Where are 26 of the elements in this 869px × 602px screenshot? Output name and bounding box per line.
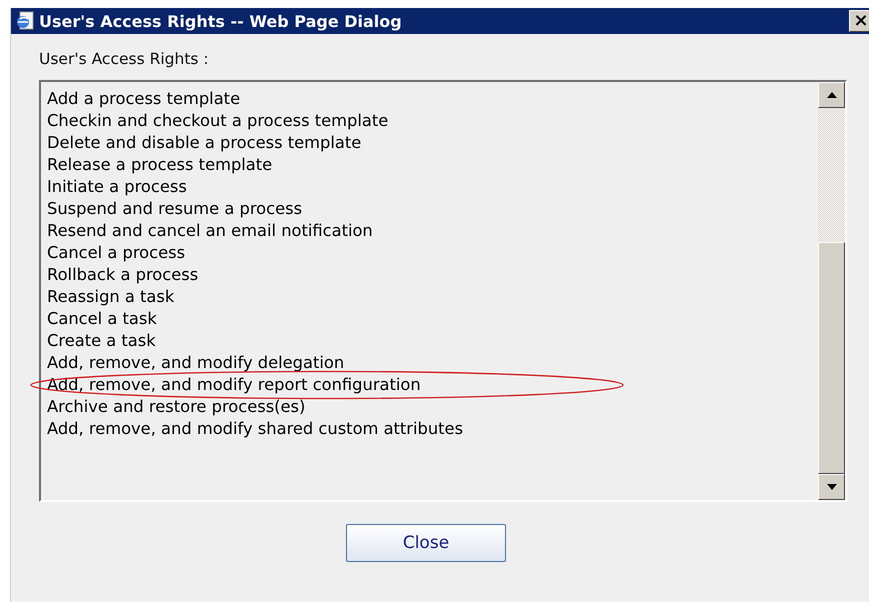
list-label: User's Access Rights :	[39, 50, 210, 68]
list-item[interactable]: Checkin and checkout a process template	[47, 111, 388, 131]
list-item[interactable]: Add, remove, and modify report configuration	[47, 375, 421, 395]
list-item[interactable]: Resend and cancel an email notification	[47, 221, 373, 241]
list-item[interactable]: Create a task	[47, 331, 156, 351]
browser-icon	[15, 11, 35, 31]
list-item[interactable]: Reassign a task	[47, 287, 174, 307]
scroll-thumb[interactable]	[818, 242, 845, 474]
list-item[interactable]: Add a process template	[47, 89, 240, 109]
list-item[interactable]: Initiate a process	[47, 177, 187, 197]
down-arrow-icon	[826, 484, 836, 490]
window-title: User's Access Rights -- Web Page Dialog	[39, 12, 403, 30]
list-item[interactable]: Add, remove, and modify delegation	[47, 353, 344, 373]
close-button[interactable]: ×	[849, 10, 869, 32]
list-item[interactable]: Add, remove, and modify shared custom attributes	[47, 419, 464, 439]
scroll-down-button[interactable]	[818, 474, 845, 500]
list-item[interactable]: Delete and disable a process template	[47, 133, 362, 153]
list-item[interactable]: Cancel a process	[47, 243, 186, 263]
list-item[interactable]: Release a process template	[47, 155, 272, 175]
list-item[interactable]: Rollback a process	[47, 265, 198, 285]
scroll-up-button[interactable]	[818, 82, 845, 108]
list-item[interactable]: Cancel a task	[47, 309, 157, 329]
up-arrow-icon	[826, 92, 836, 98]
close-dialog-button[interactable]: Close	[346, 524, 506, 562]
list-item[interactable]: Suspend and resume a process	[47, 199, 302, 219]
list-item[interactable]: Archive and restore process(es)	[47, 397, 306, 417]
